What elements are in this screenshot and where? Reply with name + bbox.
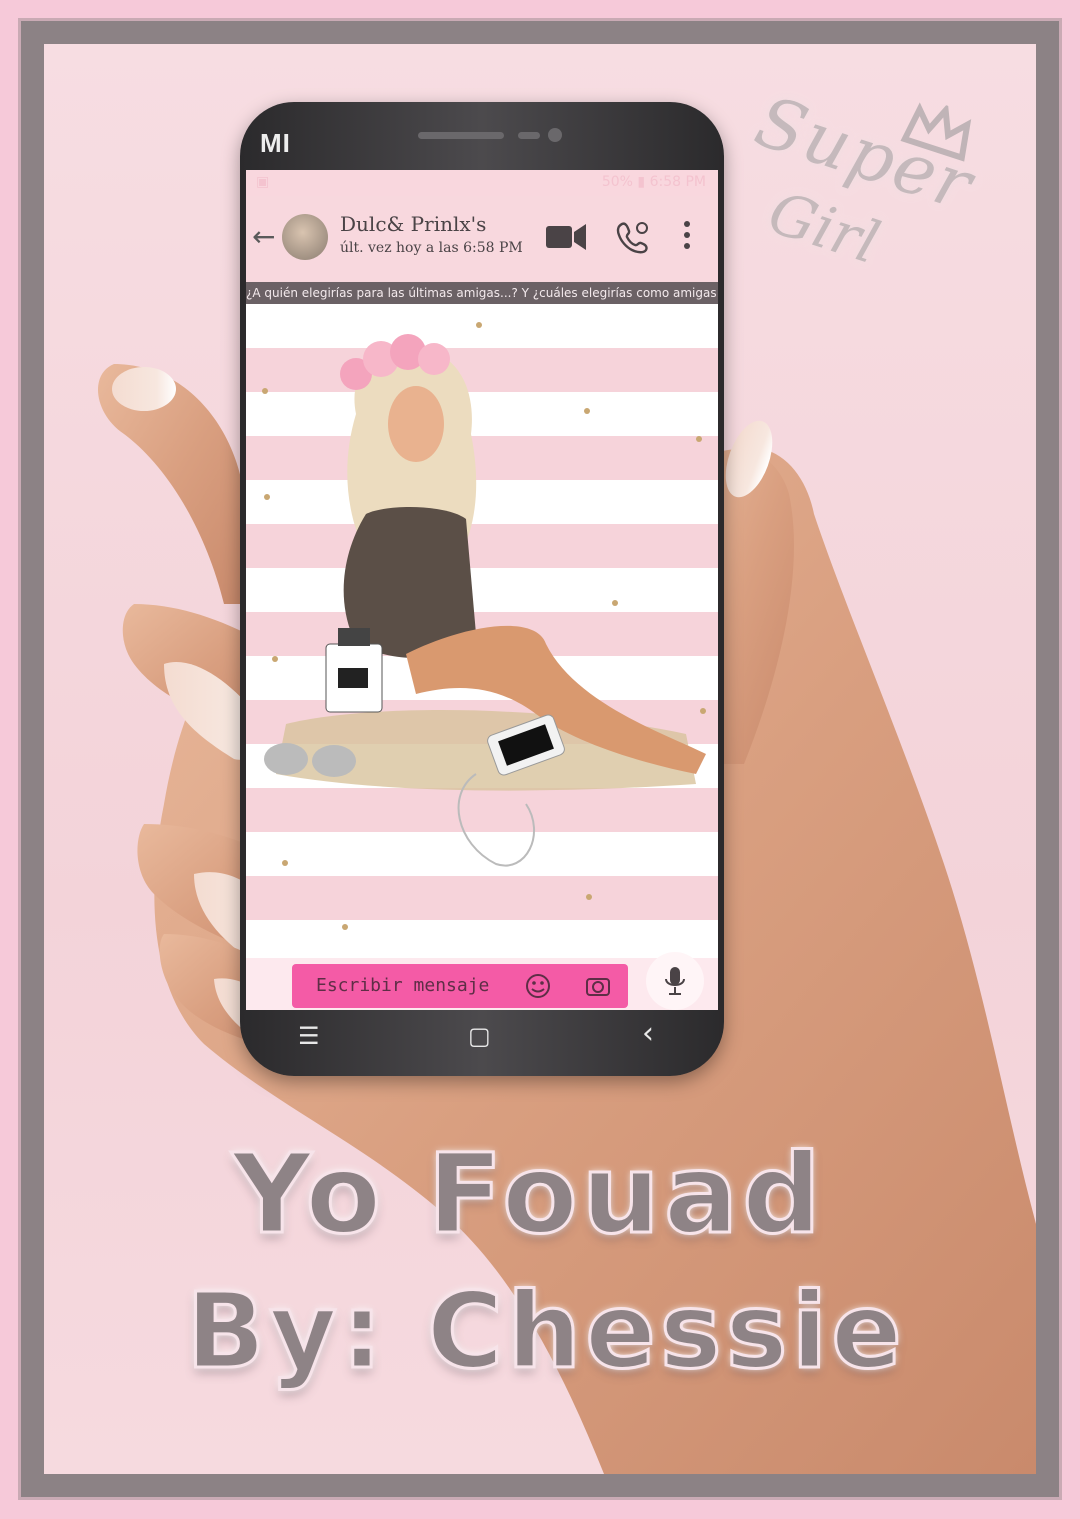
video-camera-icon[interactable] bbox=[544, 220, 588, 254]
earpiece bbox=[418, 132, 504, 139]
contact-avatar[interactable] bbox=[282, 214, 328, 260]
camera-icon[interactable] bbox=[584, 972, 612, 1000]
message-input[interactable]: Escribir mensaje bbox=[292, 964, 628, 1008]
front-camera bbox=[548, 128, 562, 142]
wallpaper-illustration bbox=[264, 334, 706, 867]
status-notification-icon: ▣ bbox=[256, 174, 270, 190]
nav-menu-icon[interactable]: ☰ bbox=[298, 1022, 320, 1050]
emoji-sticker-icon[interactable] bbox=[524, 972, 552, 1000]
nav-back-icon[interactable]: ‹ bbox=[642, 1016, 654, 1051]
earpiece-secondary bbox=[518, 132, 540, 139]
status-battery-time: 50% ▮ 6:58 PM bbox=[601, 174, 706, 190]
phone-brand-logo: MI bbox=[260, 128, 291, 158]
ticker-banner: ¿A quién elegirías para las últimas amig… bbox=[246, 282, 718, 304]
microphone-icon bbox=[665, 967, 685, 995]
nav-home-icon[interactable]: ▢ bbox=[468, 1022, 491, 1050]
message-composer: Escribir mensaje bbox=[246, 952, 718, 1010]
phone-icon[interactable] bbox=[616, 220, 650, 254]
back-arrow-icon[interactable]: ← bbox=[252, 220, 275, 253]
ticker-text: ¿A quién elegirías para las últimas amig… bbox=[246, 286, 718, 300]
navigation-bar: ☰ ▢ ‹ bbox=[246, 1010, 718, 1066]
message-placeholder: Escribir mensaje bbox=[316, 975, 490, 996]
title-line2: By: Chessie bbox=[185, 1269, 906, 1394]
phone-mockup: MI ▣ 50% ▮ 6:58 PM ← Dulc& Prinlx's últ.… bbox=[240, 102, 724, 1076]
kebab-icon[interactable] bbox=[682, 220, 692, 250]
title-line1: Yo Fouad bbox=[231, 1129, 825, 1260]
phone-screen: ▣ 50% ▮ 6:58 PM ← Dulc& Prinlx's últ. ve… bbox=[246, 170, 718, 1010]
chat-header: ← Dulc& Prinlx's últ. vez hoy a las 6:58… bbox=[246, 196, 718, 282]
status-bar: ▣ 50% ▮ 6:58 PM bbox=[246, 170, 718, 196]
mic-button[interactable] bbox=[646, 952, 704, 1010]
chat-wallpaper bbox=[246, 304, 718, 958]
contact-name[interactable]: Dulc& Prinlx's bbox=[340, 212, 486, 236]
poster-canvas: Super Girl MI ▣ 50% ▮ 6:58 PM ← Dulc& Pr… bbox=[44, 44, 1036, 1474]
contact-last-seen: últ. vez hoy a las 6:58 PM bbox=[340, 240, 523, 256]
